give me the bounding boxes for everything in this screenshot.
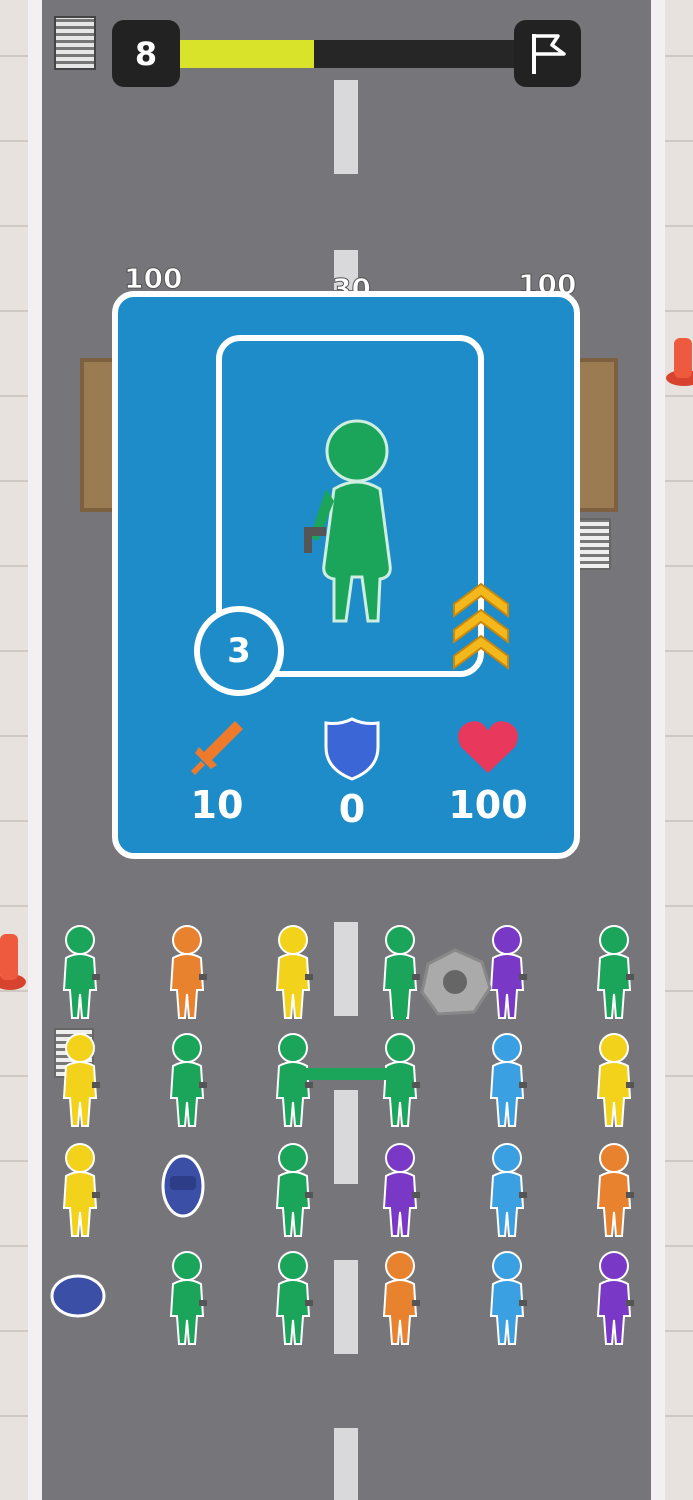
sword-icon xyxy=(191,721,243,775)
unit-level-number: 3 xyxy=(227,631,251,671)
level-progress-fill xyxy=(180,40,314,68)
army-unit[interactable] xyxy=(265,1032,321,1132)
defense-stat: 0 xyxy=(292,717,412,831)
health-value: 100 xyxy=(448,783,528,827)
army-unit[interactable] xyxy=(372,1032,428,1132)
pause-button[interactable] xyxy=(54,16,96,70)
finish-flag-icon xyxy=(532,34,566,74)
army-unit[interactable] xyxy=(586,1032,642,1132)
merge-connector xyxy=(394,970,406,1020)
defense-value: 0 xyxy=(338,787,366,831)
army-unit[interactable] xyxy=(265,924,321,1024)
lane-dash xyxy=(334,1428,358,1500)
health-stat: 100 xyxy=(428,717,548,827)
lane-dash xyxy=(334,1260,358,1354)
army-unit[interactable] xyxy=(52,924,108,1024)
lane-dash xyxy=(334,922,358,1016)
rank-chevron-icon xyxy=(453,582,509,670)
army-unit[interactable] xyxy=(586,924,642,1024)
army-unit[interactable] xyxy=(586,1250,642,1350)
army-unit[interactable] xyxy=(479,1142,535,1242)
left-curb xyxy=(28,0,42,1500)
army-unit[interactable] xyxy=(159,1032,215,1132)
merge-connector xyxy=(300,1068,396,1080)
traffic-cone-icon xyxy=(666,338,693,386)
army-unit[interactable] xyxy=(372,1142,428,1242)
army-unit[interactable] xyxy=(159,1250,215,1350)
unit-level-badge: 3 xyxy=(194,606,284,696)
traffic-cone-icon xyxy=(0,934,26,990)
army-unit[interactable] xyxy=(265,1142,321,1242)
manhole-cover xyxy=(420,948,492,1016)
level-indicator: 8 xyxy=(112,20,180,87)
level-progress-bar xyxy=(180,40,514,68)
army-unit[interactable] xyxy=(479,1032,535,1132)
army-unit[interactable] xyxy=(586,1142,642,1242)
lane-dash xyxy=(334,80,358,174)
finish-indicator xyxy=(514,20,581,87)
army-unit[interactable] xyxy=(479,1250,535,1350)
army-unit[interactable] xyxy=(265,1250,321,1350)
attack-stat: 10 xyxy=(157,717,277,827)
shield-icon xyxy=(324,717,380,781)
army-unit[interactable] xyxy=(372,1250,428,1350)
level-number: 8 xyxy=(134,34,158,73)
army-unit[interactable] xyxy=(52,1142,108,1242)
attack-value: 10 xyxy=(190,783,244,827)
police-hat-icon xyxy=(50,1274,106,1318)
lane-dash xyxy=(334,1090,358,1184)
wooden-crate xyxy=(574,358,618,512)
army-unit[interactable] xyxy=(52,1032,108,1132)
heart-icon xyxy=(458,721,518,773)
army-unit[interactable] xyxy=(159,924,215,1024)
right-curb xyxy=(651,0,665,1500)
police-hat-icon xyxy=(161,1154,205,1218)
unit-info-card[interactable]: 3 10 0 100 xyxy=(112,291,580,859)
